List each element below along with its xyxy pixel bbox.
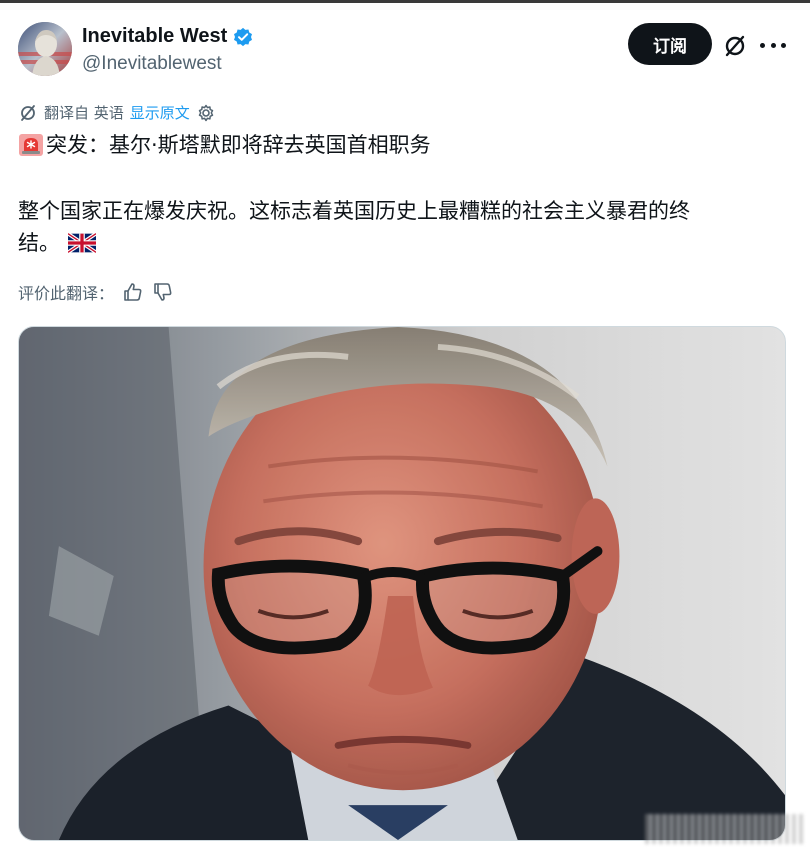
more-icon[interactable] <box>760 34 786 56</box>
post-headline: 突发：基尔·斯塔默即将辞去英国首相职务 <box>46 133 431 157</box>
watermark-blur <box>645 814 805 844</box>
author-display-name[interactable]: Inevitable West <box>82 25 227 48</box>
thumbs-up-icon[interactable] <box>122 281 144 303</box>
gear-icon[interactable] <box>196 103 216 123</box>
uk-flag-icon <box>68 233 96 253</box>
post-media-photo[interactable] <box>18 326 786 841</box>
author-handle[interactable]: @Inevitablewest <box>82 53 222 75</box>
bust-statue-avatar-icon <box>18 22 72 76</box>
verified-badge-icon <box>234 27 253 46</box>
translated-from-label: 翻译自 英语 <box>44 104 124 122</box>
post-text-line-3-text: 结。 <box>18 231 60 255</box>
thumbs-down-icon[interactable] <box>152 281 174 303</box>
subscribe-button[interactable]: 订阅 <box>628 23 712 65</box>
rate-translation-row: 评价此翻译： <box>18 280 174 304</box>
post-text-line-3: 结。 <box>18 226 96 260</box>
author-name-row: Inevitable West <box>82 25 253 48</box>
rate-translation-label: 评价此翻译： <box>18 284 115 303</box>
rotating-light-icon <box>19 134 43 156</box>
show-original-link[interactable]: 显示原文 <box>130 102 190 123</box>
top-border <box>0 0 810 3</box>
man-with-glasses-photo <box>19 327 785 840</box>
translate-icon <box>21 104 35 121</box>
avatar[interactable] <box>18 22 72 76</box>
post-text-line-1: 突发：基尔·斯塔默即将辞去英国首相职务 <box>18 128 431 162</box>
slashed-circle-icon[interactable] <box>722 33 748 59</box>
translation-info-row: 翻译自 英语 显示原文 <box>18 102 216 123</box>
post-text-line-2: 整个国家正在爆发庆祝。这标志着英国历史上最糟糕的社会主义暴君的终 <box>18 199 690 223</box>
